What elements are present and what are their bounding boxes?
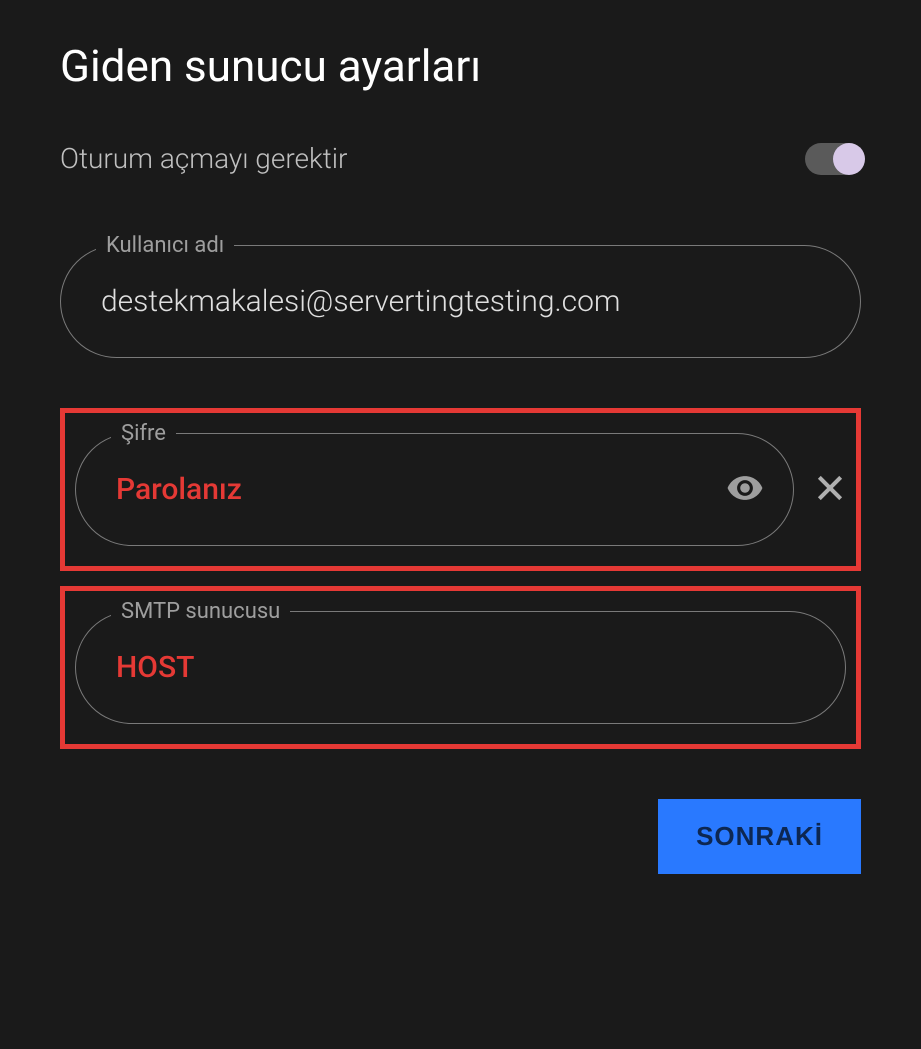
next-button[interactable]: SONRAKİ (658, 799, 861, 874)
close-icon[interactable] (814, 472, 846, 508)
username-field-group: Kullanıcı adı destekmakalesi@servertingt… (60, 245, 861, 358)
require-login-label: Oturum açmayı gerektir (60, 142, 347, 175)
button-row: SONRAKİ (60, 799, 861, 874)
smtp-field-label: SMTP sunucusu (111, 599, 290, 624)
password-field-label: Şifre (111, 421, 176, 446)
require-login-row: Oturum açmayı gerektir (60, 142, 861, 175)
toggle-knob (833, 143, 865, 175)
eye-icon[interactable] (726, 469, 764, 511)
password-highlight-box: Şifre Parolanız (60, 408, 861, 571)
page-title: Giden sunucu ayarları (60, 40, 861, 92)
username-field-label: Kullanıcı adı (96, 233, 234, 258)
smtp-input[interactable]: HOST (75, 611, 846, 724)
require-login-toggle[interactable] (805, 143, 861, 175)
username-input[interactable]: destekmakalesi@servertingtesting.com (60, 245, 861, 358)
smtp-highlight-box: SMTP sunucusu HOST (60, 586, 861, 749)
password-input[interactable]: Parolanız (75, 433, 794, 546)
